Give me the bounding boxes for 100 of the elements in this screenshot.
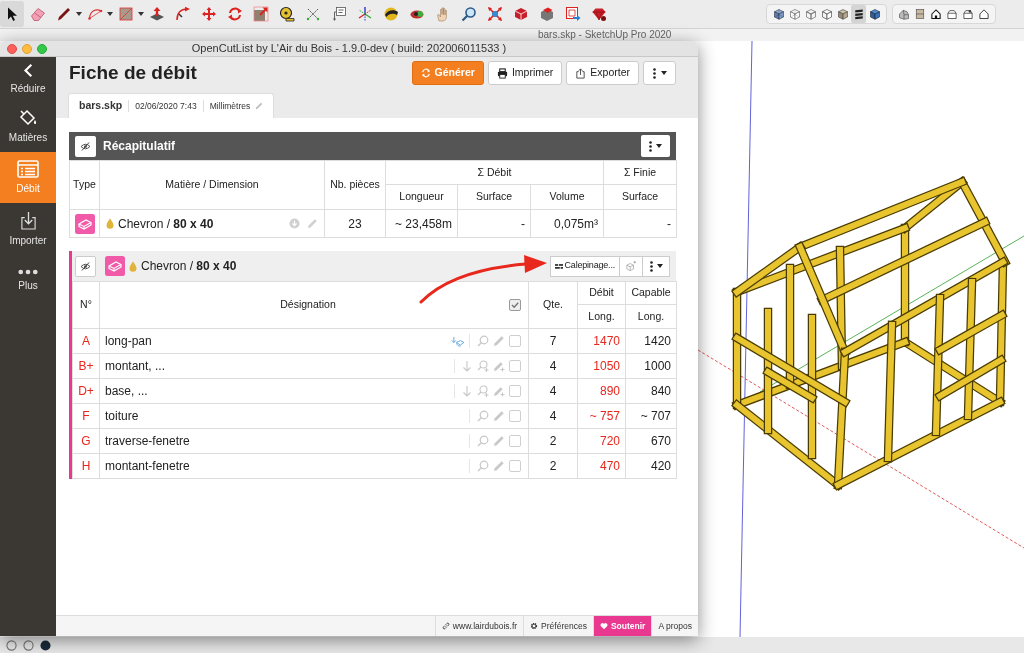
search-icon bbox=[461, 6, 477, 22]
rectangle-icon bbox=[118, 6, 134, 22]
arrow-plank-icon[interactable] bbox=[450, 335, 465, 347]
header-checkbox[interactable] bbox=[509, 299, 521, 311]
caret-icon bbox=[138, 12, 144, 16]
table-cell: G bbox=[72, 428, 100, 454]
table-cell: 1000 bbox=[625, 353, 677, 379]
file-date: 02/06/2020 7:43 bbox=[135, 99, 197, 113]
window-title: OpenCutList by L'Air du Bois - 1.9.0-dev ( build: 202006011533 ) bbox=[191, 42, 507, 55]
table-cell: 720 bbox=[577, 428, 626, 454]
row-checkbox[interactable] bbox=[509, 335, 521, 347]
sidebar-item[interactable]: Plus bbox=[0, 255, 56, 305]
part-name: long-pan bbox=[105, 333, 153, 350]
table-cell: 0,075m³ bbox=[530, 209, 604, 238]
house-icon bbox=[930, 8, 942, 20]
refresh-icon bbox=[420, 68, 431, 78]
plank-icon bbox=[75, 213, 95, 234]
vertical-dots-icon bbox=[652, 67, 656, 79]
column-group-header: Σ Finie bbox=[603, 160, 677, 185]
sidebar-item[interactable]: Réduire bbox=[0, 57, 56, 101]
column-header: Surface bbox=[603, 184, 677, 210]
tool-button[interactable] bbox=[0, 1, 24, 27]
row-checkbox[interactable] bbox=[509, 435, 521, 447]
sidebar-item[interactable]: Importer bbox=[0, 203, 56, 255]
house-icon bbox=[946, 8, 958, 20]
pencil-icon bbox=[56, 6, 72, 22]
chevron-left-icon bbox=[23, 63, 33, 78]
table-cell: 890 bbox=[577, 378, 626, 404]
table-cell: F bbox=[72, 403, 100, 429]
table-cell: 2 bbox=[528, 428, 578, 454]
footer-link[interactable]: Préférences bbox=[523, 616, 593, 636]
tape-measure-icon bbox=[279, 6, 295, 22]
footer-link[interactable]: Soutenir bbox=[592, 616, 652, 636]
dot-icon bbox=[40, 639, 51, 651]
drop-icon bbox=[106, 218, 114, 229]
footer-link[interactable]: A propos bbox=[651, 616, 698, 636]
table-cell: 1420 bbox=[625, 328, 677, 354]
toolbar-button[interactable]: Imprimer bbox=[487, 61, 563, 85]
column-header: Qte. bbox=[528, 281, 578, 329]
more-menu-button[interactable] bbox=[641, 135, 670, 157]
heart-icon bbox=[599, 622, 608, 630]
more-menu-button[interactable] bbox=[642, 255, 670, 277]
table-cell: ~ 23,458m bbox=[385, 209, 458, 238]
window-close-button[interactable] bbox=[7, 44, 17, 54]
box-icon bbox=[513, 6, 529, 22]
column-group-header: Σ Débit bbox=[385, 160, 604, 185]
expand-arrows-icon bbox=[487, 6, 503, 22]
table-cell: 470 bbox=[577, 453, 626, 479]
row-checkbox[interactable] bbox=[509, 360, 521, 372]
style-button[interactable] bbox=[851, 5, 866, 23]
cube-icon bbox=[868, 8, 881, 20]
column-header: Long. bbox=[577, 304, 626, 329]
pencil-icon[interactable] bbox=[255, 102, 264, 110]
caret-icon bbox=[76, 12, 82, 16]
table-cell: 670 bbox=[625, 428, 677, 454]
push-pull-icon bbox=[149, 6, 165, 22]
table-cell: - bbox=[457, 209, 531, 238]
curved-arrow-icon bbox=[175, 6, 191, 22]
column-header: Long. bbox=[625, 304, 677, 329]
column-group-header: Capable bbox=[625, 281, 677, 305]
part-name: montant-fenetre bbox=[105, 458, 191, 475]
eye-slash-button[interactable] bbox=[75, 135, 96, 157]
table-cell: ~ 707 bbox=[625, 403, 677, 429]
part-name: montant, ... bbox=[105, 358, 167, 375]
part-name: base, ... bbox=[105, 383, 149, 400]
footer-link[interactable]: www.lairdubois.fr bbox=[434, 616, 524, 636]
move-arrows-icon bbox=[201, 6, 217, 22]
row-checkbox[interactable] bbox=[509, 460, 521, 472]
table-cell: 1470 bbox=[577, 328, 626, 354]
table-cell: A bbox=[72, 328, 100, 354]
house-icon bbox=[898, 8, 910, 20]
caret-icon bbox=[656, 264, 663, 268]
settings-icon bbox=[530, 622, 539, 630]
toolbar-button[interactable]: Calepinage... bbox=[549, 255, 620, 277]
circle-icon bbox=[6, 639, 17, 651]
row-checkbox[interactable] bbox=[509, 385, 521, 397]
cube-icon bbox=[626, 261, 636, 271]
plank-icon bbox=[105, 256, 125, 276]
eye-slash-button[interactable] bbox=[75, 255, 96, 277]
file-name: bars.skp bbox=[79, 98, 123, 114]
ball-icon bbox=[383, 6, 399, 22]
export-icon bbox=[575, 67, 587, 79]
sidebar-item[interactable]: Matières bbox=[0, 101, 56, 152]
file-tab[interactable]: bars.skp 02/06/2020 7:43 Millimètres bbox=[68, 93, 275, 118]
column-header: Type bbox=[69, 160, 100, 210]
column-header: Matière / Dimension bbox=[99, 160, 325, 210]
window-zoom-button[interactable] bbox=[37, 44, 47, 54]
eye-slash-icon bbox=[80, 141, 91, 151]
cube-icon bbox=[836, 8, 849, 20]
drop-icon bbox=[129, 260, 137, 272]
column-header: Volume bbox=[530, 184, 604, 210]
link-icon bbox=[441, 622, 450, 630]
more-menu-button[interactable] bbox=[643, 61, 676, 85]
column-header: Longueur bbox=[385, 184, 458, 210]
caret-icon bbox=[656, 144, 662, 148]
part-name: traverse-fenetre bbox=[105, 433, 191, 450]
toolbar-button[interactable]: Exporter bbox=[566, 61, 639, 85]
row-checkbox[interactable] bbox=[509, 410, 521, 422]
unit-label: Millimètres bbox=[209, 99, 251, 113]
arc-icon bbox=[87, 6, 103, 22]
